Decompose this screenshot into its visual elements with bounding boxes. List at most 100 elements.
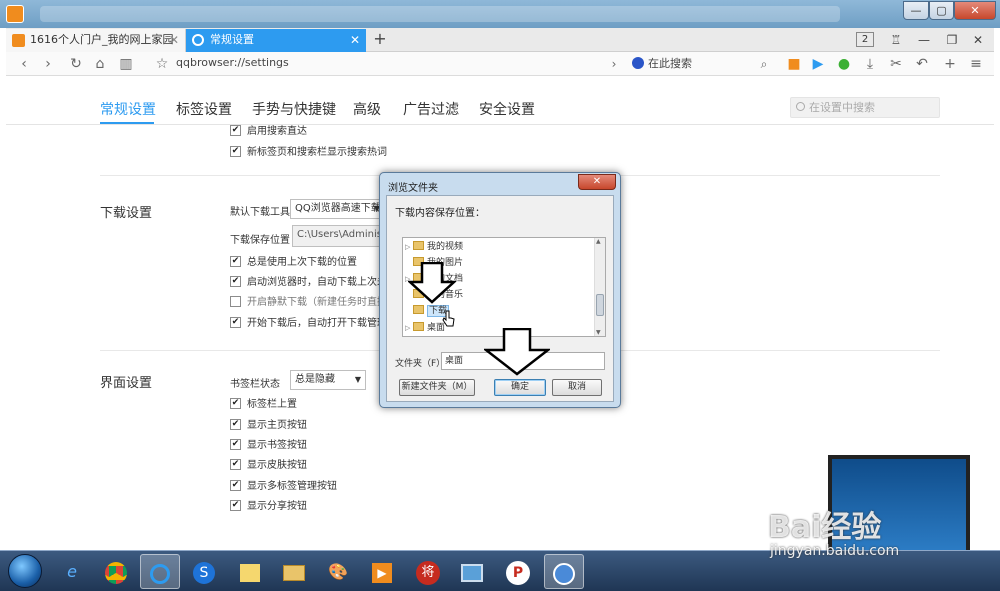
tab-1616-portal[interactable]: 1616个人门户_我的网上家园 ✕	[6, 29, 186, 52]
search-icon[interactable]: ⌕	[754, 54, 774, 74]
download-path-field[interactable]: C:\Users\Administra	[292, 225, 387, 247]
home-icon[interactable]: ⌂	[90, 54, 110, 74]
checkbox-row[interactable]: 标签栏上置	[230, 398, 297, 412]
ui-section-title: 界面设置	[100, 376, 153, 391]
bookmark-bar-value: 总是隐藏	[295, 374, 335, 385]
sticky-notes-icon[interactable]	[230, 554, 270, 589]
bookmark-star-icon[interactable]: ☆	[152, 54, 172, 74]
settings-search-input[interactable]: 在设置中搜索	[790, 97, 940, 118]
tab-settings[interactable]: 常规设置 ✕	[186, 29, 366, 52]
sogou-icon[interactable]: S	[184, 554, 224, 589]
minimize-button[interactable]: —	[903, 1, 929, 20]
scroll-down-icon[interactable]: ▼	[596, 329, 601, 336]
download-section-title: 下载设置	[100, 206, 153, 221]
add-icon[interactable]: +	[940, 54, 960, 74]
checkbox[interactable]	[230, 317, 241, 328]
undo-icon[interactable]: ↶	[912, 54, 932, 74]
checkbox-row[interactable]: 显示多标签管理按钮	[230, 480, 337, 494]
tree-scrollbar[interactable]: ▲ ▼	[594, 238, 605, 336]
tab-count-badge[interactable]: 2	[856, 32, 874, 47]
watermark-text: Bai经验	[768, 510, 882, 545]
ie-icon[interactable]: e	[52, 554, 92, 589]
search-icon	[796, 102, 805, 111]
tab-gestures[interactable]: 手势与快捷键	[252, 99, 336, 119]
menu-icon[interactable]: ≡	[966, 54, 986, 74]
forward-icon[interactable]: ›	[38, 54, 58, 74]
maximize-button[interactable]: ▢	[929, 1, 954, 20]
tab-general[interactable]: 常规设置	[100, 99, 156, 119]
expand-arrow-icon[interactable]: ▷	[405, 240, 413, 254]
navigation-bar: ‹ › ↻ ⌂ ▥ ☆ qqbrowser://settings › 在此搜索 …	[6, 52, 994, 76]
checkbox-row[interactable]: 显示主页按钮	[230, 419, 307, 433]
tab-ad-filter[interactable]: 广告过滤	[403, 99, 459, 119]
chrome-icon[interactable]	[96, 554, 136, 589]
play-icon[interactable]: ▶	[808, 54, 828, 74]
checkbox[interactable]	[230, 480, 241, 491]
tab-advanced[interactable]: 高级	[353, 99, 381, 119]
checkbox-row[interactable]: 显示书签按钮	[230, 439, 307, 453]
checkbox[interactable]	[230, 500, 241, 511]
checkbox-row[interactable]: 显示皮肤按钮	[230, 459, 307, 473]
close-strip-icon[interactable]: ✕	[968, 30, 988, 50]
checkbox-row[interactable]: 开始下载后，自动打开下载管理器	[230, 317, 397, 331]
ok-button[interactable]: 确定	[494, 379, 546, 396]
wechat-icon[interactable]: ●	[834, 54, 854, 74]
tab-close-icon[interactable]: ✕	[169, 29, 179, 51]
scroll-thumb[interactable]	[596, 294, 604, 316]
checkbox[interactable]	[230, 125, 241, 136]
refresh-icon[interactable]: ↻	[66, 54, 86, 74]
media-player-icon[interactable]: ▶	[362, 554, 402, 589]
checkbox[interactable]	[230, 459, 241, 470]
qqbrowser-taskbar-icon[interactable]	[140, 554, 180, 589]
checkbox[interactable]	[230, 419, 241, 430]
tree-item[interactable]: ▷ 桌面	[403, 321, 445, 335]
file-explorer-icon[interactable]	[274, 554, 314, 589]
minimize-strip-icon[interactable]: —	[914, 30, 934, 50]
checkbox[interactable]	[230, 296, 241, 307]
p-app-icon[interactable]: P	[498, 554, 538, 589]
network-app-icon[interactable]	[452, 554, 492, 589]
tab-tabs[interactable]: 标签设置	[176, 99, 232, 119]
checkbox[interactable]	[230, 398, 241, 409]
chevron-right-icon[interactable]: ›	[604, 54, 624, 74]
search-box[interactable]: 在此搜索	[632, 54, 772, 74]
checkbox[interactable]	[230, 276, 241, 287]
control-app-icon[interactable]	[544, 554, 584, 589]
skin-icon[interactable]: ♖	[886, 30, 906, 50]
checkbox[interactable]	[230, 146, 241, 157]
start-button-icon[interactable]	[8, 554, 42, 588]
restore-strip-icon[interactable]: ❐	[942, 30, 962, 50]
scroll-up-icon[interactable]: ▲	[596, 238, 601, 245]
checkbox[interactable]	[230, 439, 241, 450]
download-tool-select[interactable]: QQ浏览器高速下载 ▼	[290, 199, 385, 219]
cut-icon[interactable]: ✂	[886, 54, 906, 74]
bookmark-bar-select[interactable]: 总是隐藏 ▼	[290, 370, 366, 390]
folder-icon	[413, 241, 424, 250]
address-input[interactable]: qqbrowser://settings	[176, 56, 289, 69]
checkbox-row[interactable]: 启用搜索直达	[230, 125, 307, 139]
checkbox-row[interactable]: 显示分享按钮	[230, 500, 307, 514]
checkbox-label: 标签栏上置	[247, 399, 297, 410]
close-button[interactable]: ✕	[954, 1, 996, 20]
cancel-button[interactable]: 取消	[552, 379, 602, 396]
dialog-close-button[interactable]: ✕	[578, 174, 616, 190]
checkbox-row[interactable]: 新标签页和搜索栏显示搜索热词	[230, 146, 387, 160]
tab-close-icon[interactable]: ✕	[350, 29, 360, 51]
new-folder-button[interactable]: 新建文件夹（M）	[399, 379, 475, 396]
paint-icon[interactable]: 🎨	[318, 554, 358, 589]
tab-security[interactable]: 安全设置	[479, 99, 535, 119]
chess-app-icon[interactable]: 将	[408, 554, 448, 589]
tree-item[interactable]: ▷ 我的视频	[403, 240, 463, 254]
video-icon[interactable]: ■	[784, 54, 804, 74]
back-icon[interactable]: ‹	[14, 54, 34, 74]
new-tab-button[interactable]: +	[370, 28, 390, 51]
checkbox[interactable]	[230, 256, 241, 267]
baidu-paw-icon	[632, 57, 644, 69]
search-placeholder: 在此搜索	[648, 57, 692, 70]
qqbrowser-logo-icon	[6, 5, 24, 23]
checkbox-label: 新标签页和搜索栏显示搜索热词	[247, 147, 387, 158]
reader-icon[interactable]: ▥	[116, 54, 136, 74]
expand-arrow-icon[interactable]: ▷	[405, 321, 413, 335]
checkbox-row[interactable]: 总是使用上次下载的位置	[230, 256, 357, 270]
download-icon[interactable]: ⤓	[860, 54, 880, 74]
